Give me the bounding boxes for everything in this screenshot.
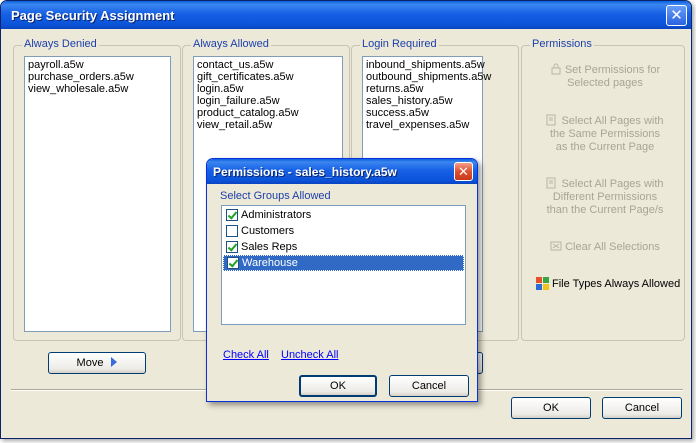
arrow-right-icon bbox=[111, 357, 118, 367]
groups-list[interactable]: Administrators Customers Sales Reps Ware… bbox=[221, 205, 466, 325]
checkbox-warehouse[interactable] bbox=[227, 257, 239, 269]
list-item[interactable]: contact_us.a5w bbox=[197, 59, 339, 71]
list-item[interactable]: product_catalog.a5w bbox=[197, 107, 339, 119]
move-button-label: Move bbox=[76, 357, 104, 369]
cancel-button-label: Cancel bbox=[624, 402, 660, 414]
group-name: Customers bbox=[241, 225, 295, 237]
list-item[interactable]: inbound_shipments.a5w bbox=[366, 59, 485, 71]
uncheck-all-link[interactable]: Uncheck All bbox=[281, 349, 338, 361]
select-same-line3: as the Current Page bbox=[555, 141, 655, 153]
checkbox-customers[interactable] bbox=[226, 225, 238, 237]
select-diff-line3: than the Current Page/s bbox=[546, 204, 664, 216]
title-bar: Page Security Assignment ✕ bbox=[1, 1, 691, 29]
list-item[interactable]: outbound_shipments.a5w bbox=[366, 71, 491, 83]
lock-icon bbox=[551, 63, 561, 75]
select-same-line2: the Same Permissions bbox=[549, 128, 661, 140]
group-name: Sales Reps bbox=[241, 241, 298, 253]
list-item[interactable]: gift_certificates.a5w bbox=[197, 71, 339, 83]
login-required-label: Login Required bbox=[360, 38, 439, 50]
file-types-button[interactable]: File Types Always Allowed bbox=[536, 277, 680, 290]
always-allowed-label: Always Allowed bbox=[191, 38, 271, 50]
window-title: Page Security Assignment bbox=[11, 8, 175, 23]
close-icon[interactable]: ✕ bbox=[666, 5, 687, 26]
ok-button-label: OK bbox=[543, 402, 559, 414]
ok-button[interactable]: OK bbox=[511, 397, 591, 419]
check-all-link[interactable]: Check All bbox=[223, 349, 269, 361]
clear-selections-label: Clear All Selections bbox=[565, 241, 660, 253]
group-name: Warehouse bbox=[242, 257, 298, 269]
dialog-ok-button[interactable]: OK bbox=[299, 375, 377, 397]
move-button[interactable]: Move bbox=[48, 352, 146, 374]
set-permissions-line2: Selected pages bbox=[567, 77, 643, 89]
select-same-line1: Select All Pages with bbox=[561, 115, 664, 127]
list-item[interactable]: login_failure.a5w bbox=[197, 95, 339, 107]
group-name: Administrators bbox=[241, 209, 312, 221]
list-item[interactable]: success.a5w bbox=[366, 107, 479, 119]
clear-icon bbox=[550, 241, 562, 251]
clear-selections-button[interactable]: Clear All Selections bbox=[530, 240, 680, 254]
group-row-administrators[interactable]: Administrators bbox=[223, 207, 464, 223]
set-permissions-line1: Set Permissions for bbox=[564, 64, 661, 76]
dialog-ok-label: OK bbox=[330, 380, 346, 392]
list-item[interactable]: sales_history.a5w bbox=[366, 95, 479, 107]
permissions-label: Permissions bbox=[530, 38, 594, 50]
select-pages-icon bbox=[546, 177, 556, 189]
dialog-title-bar: Permissions - sales_history.a5w ✕ bbox=[207, 159, 477, 184]
select-groups-label: Select Groups Allowed bbox=[220, 190, 331, 202]
group-row-customers[interactable]: Customers bbox=[223, 223, 464, 239]
list-item[interactable]: login.a5w bbox=[197, 83, 339, 95]
list-item[interactable]: payroll.a5w bbox=[28, 59, 167, 71]
file-types-icon bbox=[536, 277, 549, 290]
list-item[interactable]: purchase_orders.a5w bbox=[28, 71, 167, 83]
close-icon[interactable]: ✕ bbox=[454, 162, 473, 181]
select-pages-icon bbox=[546, 114, 556, 126]
dialog-cancel-button[interactable]: Cancel bbox=[389, 375, 469, 397]
dialog-title: Permissions - sales_history.a5w bbox=[213, 165, 397, 179]
select-same-permissions-button[interactable]: Select All Pages with the Same Permissio… bbox=[530, 114, 680, 154]
permissions-group: Permissions Set Permissions for Selected… bbox=[521, 38, 685, 341]
dialog-cancel-label: Cancel bbox=[411, 380, 447, 392]
group-row-warehouse[interactable]: Warehouse bbox=[223, 255, 464, 271]
file-types-label: File Types Always Allowed bbox=[552, 278, 681, 290]
set-permissions-button[interactable]: Set Permissions for Selected pages bbox=[530, 63, 680, 90]
cancel-button[interactable]: Cancel bbox=[602, 397, 682, 419]
checkbox-administrators[interactable] bbox=[226, 209, 238, 221]
select-diff-line1: Select All Pages with bbox=[561, 178, 664, 190]
group-row-sales-reps[interactable]: Sales Reps bbox=[223, 239, 464, 255]
select-different-permissions-button[interactable]: Select All Pages with Different Permissi… bbox=[530, 177, 680, 217]
list-item[interactable]: view_wholesale.a5w bbox=[28, 83, 167, 95]
always-denied-label: Always Denied bbox=[22, 38, 99, 50]
select-diff-line2: Different Permissions bbox=[552, 191, 658, 203]
checkbox-sales-reps[interactable] bbox=[226, 241, 238, 253]
permissions-dialog: Permissions - sales_history.a5w ✕ Select… bbox=[206, 158, 478, 402]
list-item[interactable]: returns.a5w bbox=[366, 83, 479, 95]
always-denied-list[interactable]: payroll.a5w purchase_orders.a5w view_who… bbox=[24, 56, 171, 332]
list-item[interactable]: view_retail.a5w bbox=[197, 119, 339, 131]
always-denied-group: Always Denied payroll.a5w purchase_order… bbox=[13, 38, 181, 341]
list-item[interactable]: travel_expenses.a5w bbox=[366, 119, 479, 131]
